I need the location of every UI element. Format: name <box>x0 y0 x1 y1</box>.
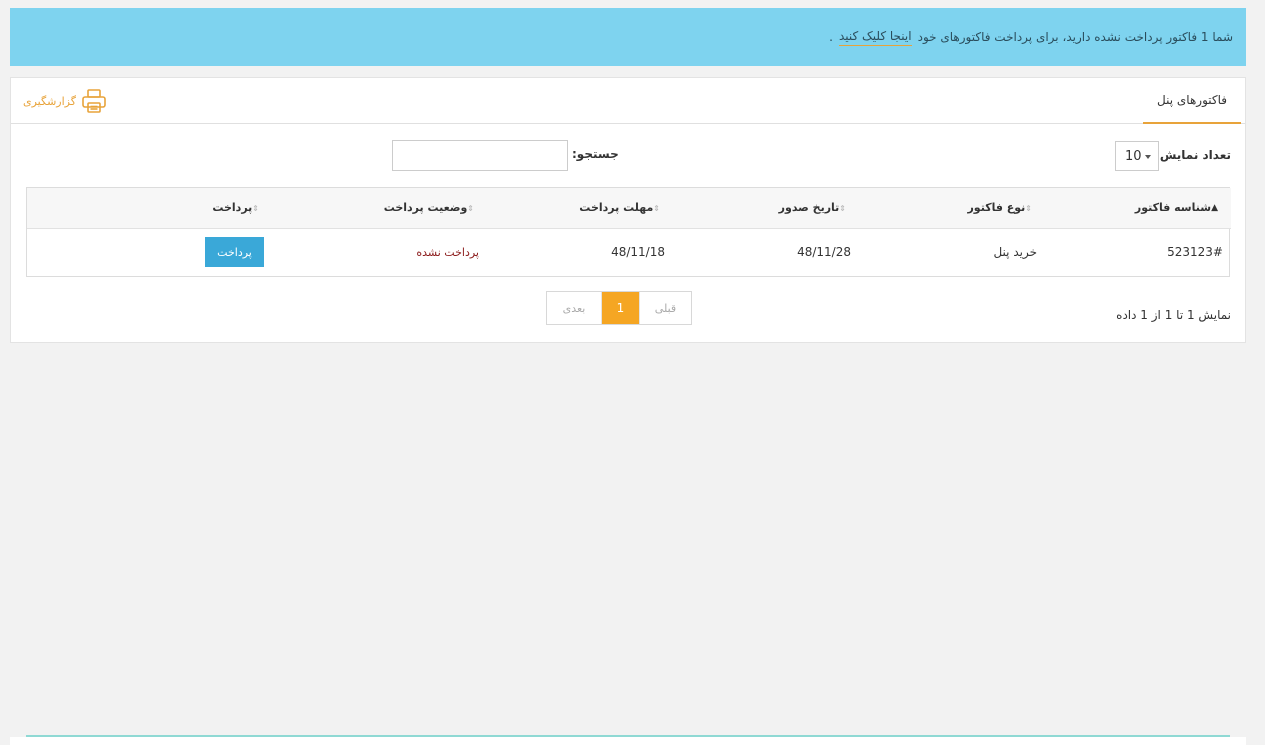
printer-icon <box>82 89 106 113</box>
col-due-date[interactable]: ⇕مهلت پرداخت <box>487 188 673 228</box>
search-label: جستجو: <box>572 147 619 161</box>
alert-pay-link[interactable]: اینجا کلیک کنید <box>838 29 912 46</box>
alert-trailing: . <box>829 30 833 44</box>
invoices-panel: فاکتورهای پنل گزارشگیری تعداد نمایش 10 ج… <box>10 77 1246 343</box>
sort-icon: ⇕ <box>839 203 846 213</box>
col-payment[interactable]: ⇕پرداخت <box>27 188 272 228</box>
sort-asc-icon: ▲ <box>1211 203 1218 214</box>
sort-icon: ⇕ <box>653 203 660 213</box>
table-row: 523123# خرید پنل 48/11/28 48/11/18 پرداخ… <box>27 228 1231 276</box>
col-payment-status[interactable]: ⇕وضعیت پرداخت <box>272 188 487 228</box>
cell-invoice-type: خرید پنل <box>993 245 1037 260</box>
col-invoice-type[interactable]: ⇕نوع فاکتور <box>859 188 1045 228</box>
cell-invoice-id: 523123# <box>1167 245 1223 260</box>
cell-issue-date: 48/11/28 <box>797 245 851 260</box>
length-value: 10 <box>1125 148 1142 164</box>
length-select[interactable]: 10 <box>1115 141 1159 171</box>
search-input[interactable] <box>392 140 568 171</box>
panel-header: فاکتورهای پنل گزارشگیری <box>11 78 1245 124</box>
prev-page-button[interactable]: قبلی <box>639 292 691 324</box>
next-page-button[interactable]: بعدی <box>547 292 602 324</box>
cell-payment-status: پرداخت نشده <box>272 228 487 276</box>
unpaid-invoice-alert: شما 1 فاکتور پرداخت نشده دارید، برای پرد… <box>10 8 1246 66</box>
report-button[interactable]: گزارشگیری <box>23 87 108 115</box>
pay-button[interactable]: پرداخت <box>205 237 264 268</box>
table-header-row: ▲شناسه فاکتور ⇕نوع فاکتور ⇕تاریخ صدور ⇕م… <box>27 188 1231 228</box>
length-label: تعداد نمایش <box>1159 148 1231 162</box>
footer-divider <box>26 735 1230 737</box>
report-label: گزارشگیری <box>23 94 76 108</box>
alert-message: شما 1 فاکتور پرداخت نشده دارید، برای پرد… <box>917 30 1233 44</box>
table-info: نمایش 1 تا 1 از 1 داده <box>1116 308 1231 322</box>
sort-icon: ⇕ <box>252 203 259 213</box>
cell-payment-action: پرداخت <box>27 228 272 276</box>
current-page-button[interactable]: 1 <box>602 292 639 324</box>
table-controls: تعداد نمایش 10 جستجو: <box>11 140 1245 172</box>
cell-due-date: 48/11/18 <box>611 245 665 260</box>
sort-icon: ⇕ <box>467 203 474 213</box>
status-badge: پرداخت نشده <box>416 246 479 260</box>
col-issue-date[interactable]: ⇕تاریخ صدور <box>673 188 859 228</box>
invoices-table: ▲شناسه فاکتور ⇕نوع فاکتور ⇕تاریخ صدور ⇕م… <box>26 187 1231 277</box>
sort-icon: ⇕ <box>1025 203 1032 213</box>
pagination: بعدی 1 قبلی <box>546 291 692 325</box>
chevron-down-icon <box>1145 155 1151 159</box>
col-invoice-id[interactable]: ▲شناسه فاکتور <box>1045 188 1231 228</box>
footer-bar <box>10 737 1246 745</box>
panel-title-tab[interactable]: فاکتورهای پنل <box>1143 78 1241 124</box>
